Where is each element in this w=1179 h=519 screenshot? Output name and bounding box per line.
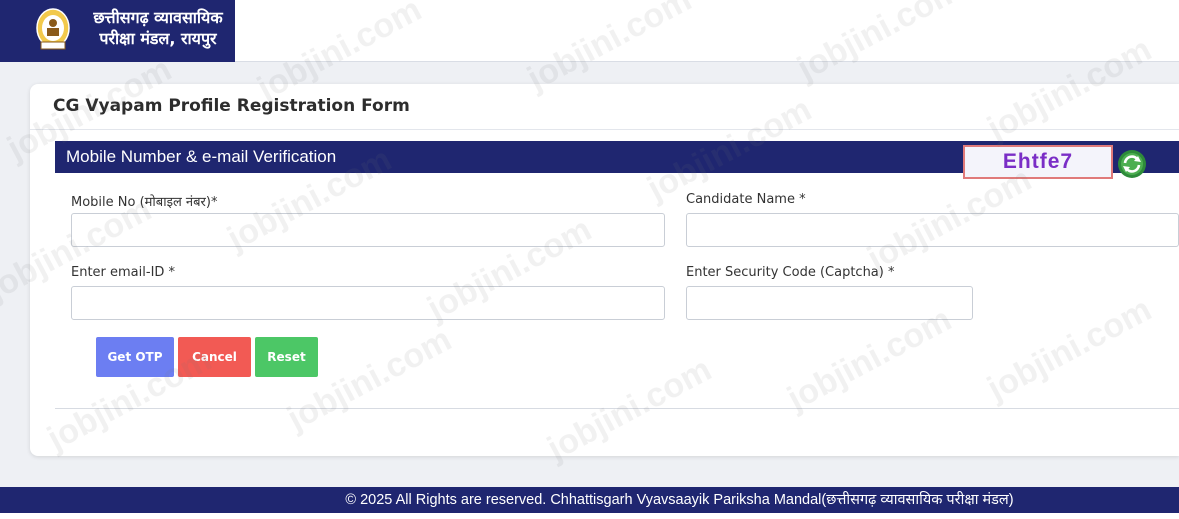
footer-copyright: © 2025 All Rights are reserved. Chhattis… [345, 492, 1014, 508]
org-name-line1: छत्तीसगढ़ व्यावसायिक [93, 8, 223, 27]
top-header: छत्तीसगढ़ व्यावसायिक परीक्षा मंडल, रायपु… [0, 0, 1179, 62]
email-label: Enter email-ID * [71, 265, 176, 280]
verification-section: Mobile Number & e-mail Verification Mobi… [55, 141, 1179, 409]
brand-block[interactable]: छत्तीसगढ़ व्यावसायिक परीक्षा मंडल, रायपु… [0, 0, 235, 62]
title-divider [30, 129, 1179, 130]
org-name-line2: परीक्षा मंडल, रायपुर [99, 29, 217, 48]
footer-bottom-strip [0, 513, 1179, 519]
get-otp-button[interactable]: Get OTP [96, 337, 174, 377]
registration-card: CG Vyapam Profile Registration Form Mobi… [30, 84, 1179, 456]
cg-vyapam-emblem-icon [36, 8, 70, 50]
org-name: छत्तीसगढ़ व्यावसायिक परीक्षा मंडल, रायपु… [84, 7, 232, 49]
footer: © 2025 All Rights are reserved. Chhattis… [0, 487, 1179, 513]
cancel-button[interactable]: Cancel [178, 337, 251, 377]
email-input[interactable] [71, 286, 665, 320]
captcha-code: Ehtfe7 [1002, 150, 1074, 173]
captcha-label: Enter Security Code (Captcha) * [686, 265, 895, 280]
candidate-name-input[interactable] [686, 213, 1179, 247]
captcha-image: Ehtfe7 [963, 145, 1113, 179]
captcha-input[interactable] [686, 286, 973, 320]
refresh-icon[interactable] [1117, 149, 1147, 179]
page-title: CG Vyapam Profile Registration Form [53, 96, 410, 116]
mobile-input[interactable] [71, 213, 665, 247]
candidate-name-label: Candidate Name * [686, 192, 806, 207]
reset-button[interactable]: Reset [255, 337, 318, 377]
mobile-label: Mobile No (मोबाइल नंबर)* [71, 195, 218, 210]
